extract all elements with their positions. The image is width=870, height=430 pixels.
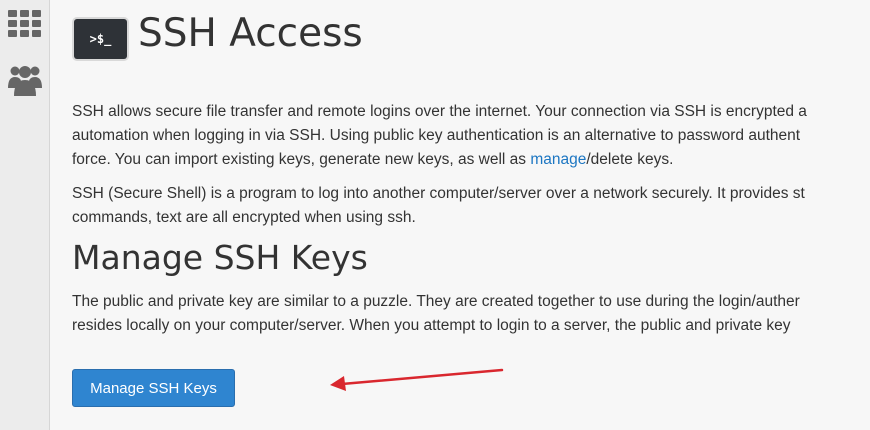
left-sidebar <box>0 0 50 430</box>
intro-line-1: SSH allows secure file transfer and remo… <box>72 103 807 120</box>
intro-line-3: force. You can import existing keys, gen… <box>72 151 531 168</box>
intro-paragraph: SSH allows secure file transfer and remo… <box>72 100 870 172</box>
annotation-arrow-icon <box>330 368 504 391</box>
terminal-icon: >$_ <box>74 19 127 59</box>
about-line-2: commands, text are all encrypted when us… <box>72 209 416 226</box>
main-content: >$_ SSH Access SSH allows secure file tr… <box>72 0 870 430</box>
users-icon[interactable] <box>0 62 49 98</box>
manage-paragraph: The public and private key are similar t… <box>72 290 870 338</box>
about-paragraph: SSH (Secure Shell) is a program to log i… <box>72 182 870 230</box>
intro-line-2: automation when logging in via SSH. Usin… <box>72 127 801 144</box>
page-title: SSH Access <box>138 11 363 56</box>
grid-icon[interactable] <box>0 10 49 37</box>
manage-line-1: The public and private key are similar t… <box>72 293 800 310</box>
manage-line-2: resides locally on your computer/server.… <box>72 317 791 334</box>
section-title: Manage SSH Keys <box>72 238 368 277</box>
manage-link[interactable]: manage <box>530 151 586 168</box>
about-line-1: SSH (Secure Shell) is a program to log i… <box>72 185 805 202</box>
manage-ssh-keys-button[interactable]: Manage SSH Keys <box>72 369 235 407</box>
intro-line-3-end: /delete keys. <box>586 151 674 168</box>
